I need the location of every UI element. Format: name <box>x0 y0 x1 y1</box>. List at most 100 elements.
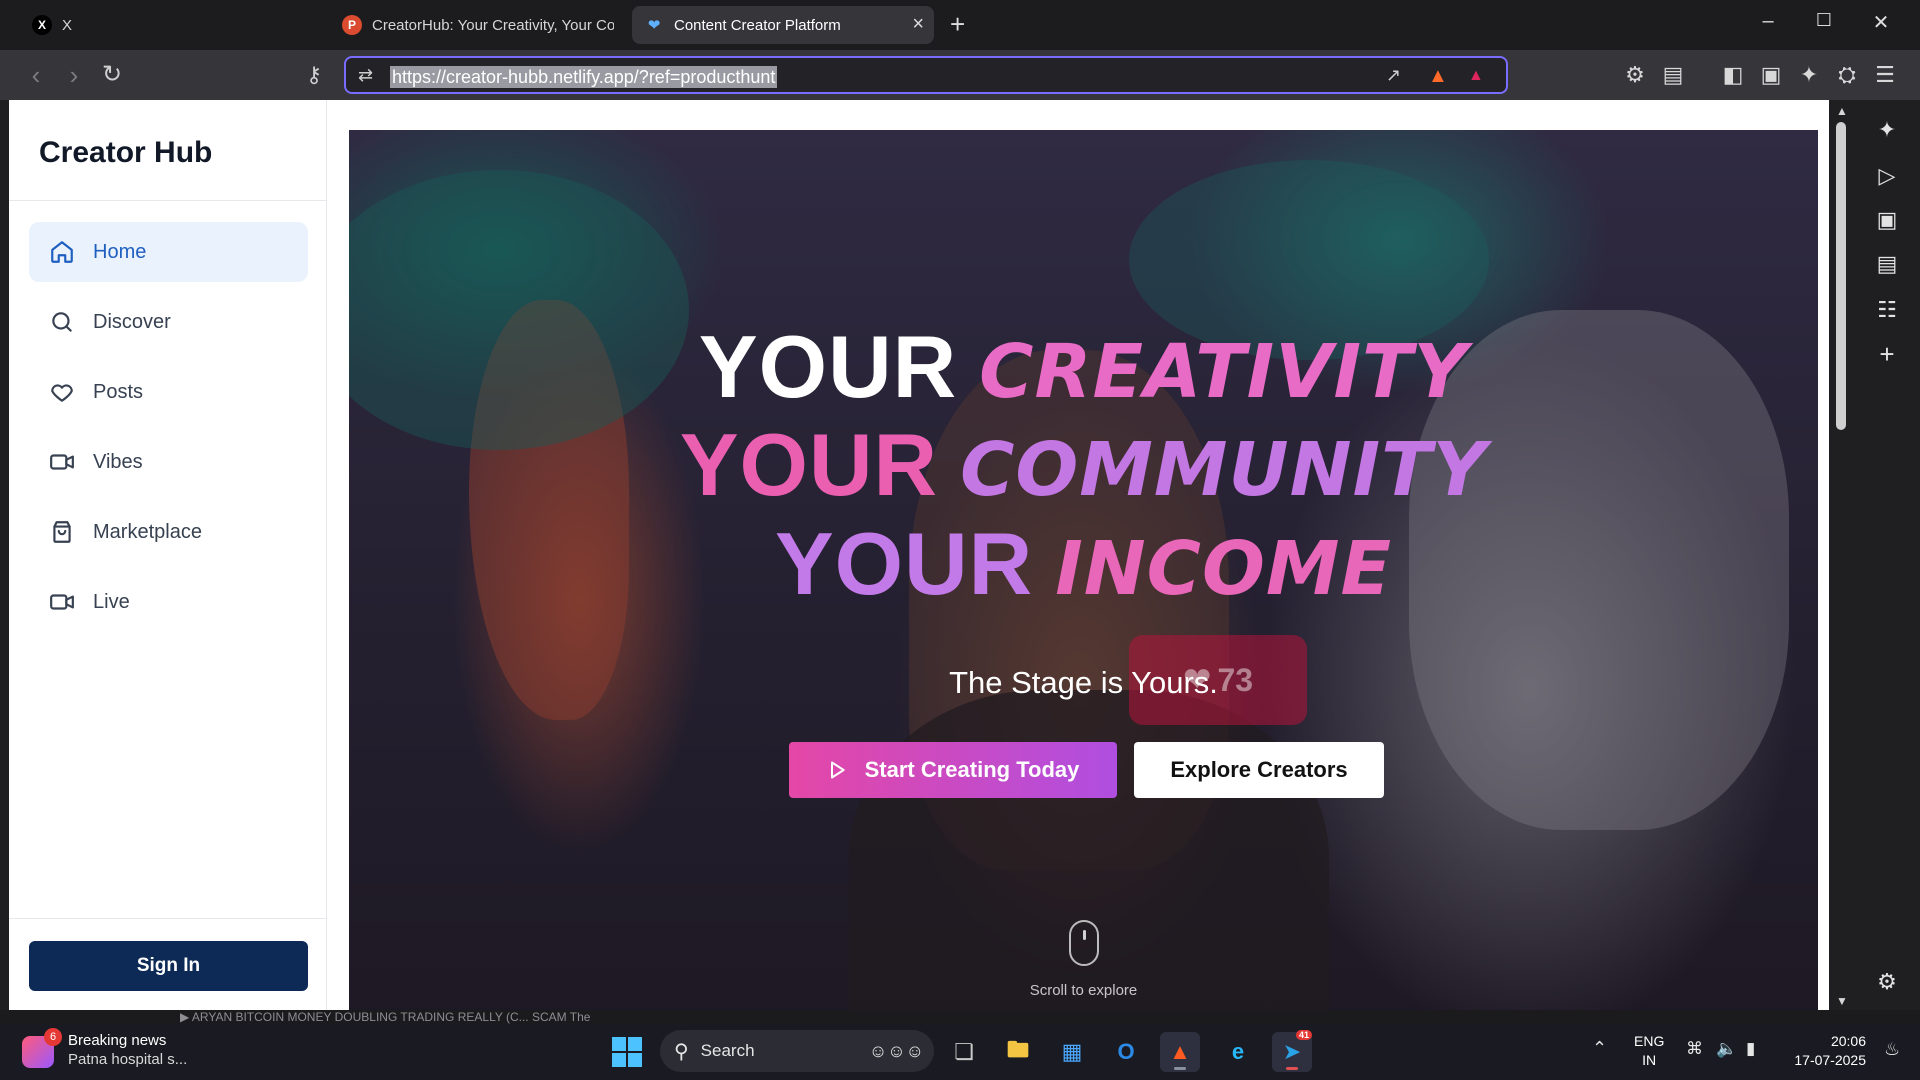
scroll-down-icon[interactable]: ▼ <box>1836 994 1848 1008</box>
headline-line-2: YOUR COMMUNITY <box>349 414 1818 516</box>
show-hidden-icons-chevron-icon[interactable]: ⌃ <box>1592 1038 1607 1059</box>
page-scrollbar[interactable]: ▲ ▼ <box>1829 100 1855 1010</box>
news-subtitle: Patna hospital s... <box>68 1051 188 1068</box>
shopping-bag-icon <box>53 521 71 543</box>
search-placeholder: Search <box>700 1041 755 1060</box>
sidebar-item-live[interactable]: Live <box>29 572 308 632</box>
sidebar-item-home[interactable]: Home <box>29 222 308 282</box>
clock-date: 17-07-2025 <box>1794 1052 1866 1068</box>
tab-title: CreatorHub: Your Creativity, Your Com <box>372 16 614 34</box>
news-icon: 6 <box>22 1028 62 1068</box>
start-logo-pane <box>612 1037 626 1051</box>
tab-bar: X X P CreatorHub: Your Creativity, Your … <box>0 0 1920 50</box>
brave-browser-icon[interactable]: ▲ <box>1160 1032 1200 1072</box>
url-text[interactable]: https://creator-hubb.netlify.app/?ref=pr… <box>390 66 778 88</box>
wallet-icon[interactable]: ▣ <box>1873 206 1901 234</box>
wifi-icon[interactable]: ⌘ <box>1686 1039 1703 1059</box>
close-window-button[interactable]: ✕ <box>1866 10 1896 35</box>
start-logo-pane <box>628 1053 642 1067</box>
page-search-icon[interactable]: ▤ <box>1658 62 1688 88</box>
vpn-icon[interactable]: ⛭ <box>1832 62 1862 88</box>
home-icon <box>51 241 73 263</box>
sidebar-item-marketplace[interactable]: Marketplace <box>29 502 308 562</box>
address-bar[interactable]: ⇄ https://creator-hubb.netlify.app/?ref=… <box>344 56 1508 94</box>
running-indicator <box>1174 1067 1186 1070</box>
share-icon[interactable]: ↗ <box>1386 65 1401 86</box>
hero-tagline: The Stage is Yours. <box>949 665 1218 700</box>
bookmark-icon[interactable]: ⚷ <box>298 60 330 90</box>
start-logo-pane <box>612 1053 626 1067</box>
sidebar-item-label: Vibes <box>93 450 143 473</box>
reload-icon[interactable]: ↻ <box>96 60 128 90</box>
video-ticker: ▶ ARYAN BITCOIN MONEY DOUBLING TRADING R… <box>0 1010 1920 1024</box>
battery-icon[interactable]: ▮ <box>1746 1039 1755 1059</box>
scroll-hint: Scroll to explore <box>1029 982 1138 999</box>
sidebar-item-vibes[interactable]: Vibes <box>29 432 308 492</box>
windows-start-button[interactable] <box>612 1037 642 1067</box>
brave-rewards-icon[interactable]: ▲ <box>1468 67 1484 85</box>
leo-ai-icon[interactable]: ✦ <box>1794 62 1824 88</box>
sign-in-button[interactable]: Sign In <box>29 941 308 991</box>
menu-icon[interactable]: ☰ <box>1870 62 1900 88</box>
start-creating-button[interactable]: Start Creating Today <box>789 742 1117 798</box>
hero-section: YOUR CREATIVITY YOUR COMMUNITY YOUR INCOME … <box>349 130 1818 1010</box>
minimize-button[interactable]: – <box>1753 10 1783 33</box>
heart-icon: ❤ <box>647 17 661 34</box>
language-code: ENG <box>1634 1033 1665 1049</box>
tab-x[interactable]: X X <box>20 6 330 44</box>
edge-icon[interactable]: e <box>1218 1032 1258 1072</box>
site-settings-icon[interactable]: ⇄ <box>358 65 373 86</box>
heart-icon <box>51 384 73 402</box>
language-indicator[interactable]: ENG IN <box>1634 1032 1664 1070</box>
headline-word: YOUR <box>679 415 939 514</box>
wallet-icon[interactable]: ▣ <box>1756 62 1786 88</box>
maximize-button[interactable]: ☐ <box>1809 10 1839 31</box>
new-tab-button[interactable]: + <box>950 10 965 38</box>
scroll-up-icon[interactable]: ▲ <box>1836 104 1848 118</box>
explore-creators-button[interactable]: Explore Creators <box>1134 742 1384 798</box>
mouse-scroll-icon <box>1069 920 1099 966</box>
headline-word: YOUR <box>698 317 958 416</box>
tab-content-creator-platform[interactable]: ❤ Content Creator Platform × <box>632 6 934 44</box>
file-explorer-icon[interactable]: 🖿 <box>998 1032 1038 1072</box>
scrollbar-thumb[interactable] <box>1836 122 1846 430</box>
extensions-icon[interactable]: ⚙ <box>1620 62 1650 88</box>
search-icon <box>52 312 72 332</box>
telegram-badge: 41 <box>1295 1030 1312 1040</box>
sidebar-item-label: Posts <box>93 380 144 403</box>
tab-creatorhub-producthunt[interactable]: P CreatorHub: Your Creativity, Your Com <box>330 6 626 44</box>
sidebar-item-discover[interactable]: Discover <box>29 292 308 352</box>
sidebar-item-posts[interactable]: Posts <box>29 362 308 422</box>
volume-icon[interactable]: 🔈 <box>1716 1039 1737 1059</box>
bookmarks-icon[interactable]: ▤ <box>1873 250 1901 278</box>
play-icon <box>830 761 845 779</box>
forward-icon[interactable]: › <box>58 60 90 90</box>
task-view-icon[interactable]: ❏ <box>944 1032 984 1072</box>
taskbar-search[interactable]: ⚲ Search ☺☺☺ <box>660 1030 934 1072</box>
system-clock[interactable]: 20:06 17-07-2025 <box>1786 1032 1866 1070</box>
sidebar-item-label: Live <box>93 590 130 613</box>
leo-ai-icon[interactable]: ✦ <box>1873 116 1901 144</box>
reading-list-icon[interactable]: ☷ <box>1873 296 1901 324</box>
settings-gear-icon[interactable]: ⚙ <box>1873 968 1901 996</box>
running-indicator <box>1286 1067 1298 1070</box>
brave-shields-icon[interactable]: ▲ <box>1428 65 1448 88</box>
telegram-icon[interactable]: ➤ 41 <box>1272 1030 1312 1072</box>
web-page: Creator Hub Home Discover Posts Vibes Ma… <box>9 100 1829 1010</box>
playlist-icon[interactable]: ▷ <box>1873 162 1901 190</box>
notifications-bell-icon[interactable]: ♨ <box>1884 1039 1900 1060</box>
divider <box>9 200 327 201</box>
close-tab-icon[interactable]: × <box>912 13 924 36</box>
sidebar: Creator Hub Home Discover Posts Vibes Ma… <box>9 100 327 1010</box>
microsoft-store-icon[interactable]: ▦ <box>1052 1032 1092 1072</box>
back-icon[interactable]: ‹ <box>20 60 52 90</box>
outlook-icon[interactable]: O <box>1106 1032 1146 1072</box>
sidebar-item-label: Marketplace <box>93 520 202 543</box>
sidebar-toggle-icon[interactable]: ◧ <box>1718 62 1748 88</box>
headline-line-3: YOUR INCOME <box>349 513 1818 615</box>
search-icon: ⚲ <box>674 1040 689 1063</box>
news-widget[interactable]: 6 Breaking news Patna hospital s... <box>22 1028 188 1070</box>
clock-time: 20:06 <box>1830 1033 1866 1049</box>
add-panel-icon[interactable]: + <box>1873 340 1901 368</box>
headline-script-word: CREATIVITY <box>979 329 1469 415</box>
